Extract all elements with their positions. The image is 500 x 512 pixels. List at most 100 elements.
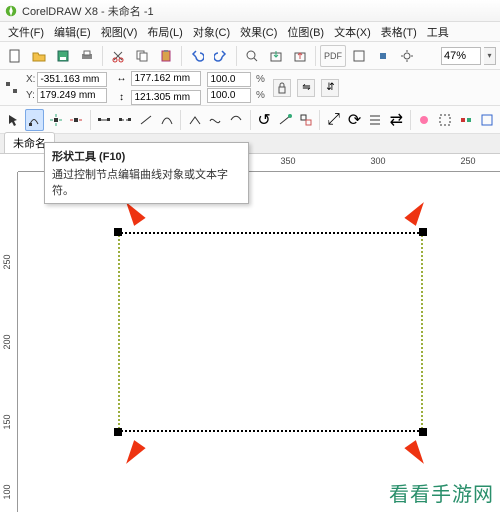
to-line-button[interactable] <box>136 109 155 131</box>
menu-view[interactable]: 视图(V) <box>97 22 142 42</box>
undo-button[interactable] <box>186 45 208 67</box>
select-all-nodes-button[interactable] <box>436 109 455 131</box>
percent-label: % <box>253 89 267 103</box>
align-nodes-button[interactable] <box>366 109 385 131</box>
extract-subpath-button[interactable] <box>296 109 315 131</box>
x-label: X: <box>26 74 35 85</box>
property-bar: X: Y: ↔ ↕ % % ⇋ ⇵ <box>0 70 500 106</box>
height-input[interactable] <box>131 90 201 105</box>
separator <box>236 46 237 66</box>
stage: 250 200 150 100 <box>0 172 500 512</box>
node-edit-toolbar: ↺ ⤢ ⟳ ⇄ <box>0 106 500 134</box>
scale-y-input[interactable] <box>207 88 251 103</box>
mirror-v-button[interactable]: ⇵ <box>321 79 339 97</box>
selected-shape[interactable] <box>118 232 423 432</box>
menu-bitmap[interactable]: 位图(B) <box>283 22 328 42</box>
tooltip: 形状工具 (F10) 通过控制节点编辑曲线对象或文本字符。 <box>44 142 249 204</box>
node-handle[interactable] <box>419 228 427 236</box>
separator <box>180 110 181 130</box>
ruler-tick-label: 200 <box>2 334 12 349</box>
search-button[interactable] <box>241 45 263 67</box>
annotation-arrow-icon <box>404 198 429 226</box>
save-button[interactable] <box>52 45 74 67</box>
menu-layout[interactable]: 布局(L) <box>143 22 186 42</box>
reduce-nodes-button[interactable] <box>456 109 475 131</box>
menu-edit[interactable]: 编辑(E) <box>50 22 95 42</box>
snap-toggle-button[interactable] <box>372 45 394 67</box>
ruler-tick-label: 250 <box>2 254 12 269</box>
paste-button[interactable] <box>155 45 177 67</box>
pick-tool-icon[interactable] <box>4 109 23 131</box>
separator <box>102 46 103 66</box>
separator <box>90 110 91 130</box>
node-handle[interactable] <box>114 428 122 436</box>
shape-tool-icon[interactable] <box>25 109 44 131</box>
options-button[interactable] <box>396 45 418 67</box>
fullscreen-button[interactable] <box>348 45 370 67</box>
ruler-vertical[interactable]: 250 200 150 100 <box>0 172 18 512</box>
join-nodes-button[interactable] <box>95 109 114 131</box>
cut-button[interactable] <box>107 45 129 67</box>
cusp-node-button[interactable] <box>185 109 204 131</box>
menu-text[interactable]: 文本(X) <box>330 22 375 42</box>
canvas[interactable] <box>18 172 500 512</box>
menu-effects[interactable]: 效果(C) <box>236 22 281 42</box>
elastic-mode-button[interactable] <box>415 109 434 131</box>
break-node-button[interactable] <box>116 109 135 131</box>
title-bar: CorelDRAW X8 - 未命名 -1 <box>0 0 500 22</box>
app-logo-icon <box>4 4 18 18</box>
y-input[interactable] <box>37 88 107 103</box>
extend-curve-button[interactable] <box>276 109 295 131</box>
to-curve-button[interactable] <box>157 109 176 131</box>
ruler-tick-label: 150 <box>2 414 12 429</box>
y-label: Y: <box>26 90 35 101</box>
watermark-text: 看看手游网 <box>389 478 494 507</box>
separator <box>410 110 411 130</box>
tooltip-title: 形状工具 (F10) <box>52 148 241 164</box>
menu-tools[interactable]: 工具 <box>423 22 453 42</box>
lock-ratio-button[interactable] <box>273 79 291 97</box>
menu-file[interactable]: 文件(F) <box>4 22 48 42</box>
add-node-button[interactable] <box>46 109 65 131</box>
redo-button[interactable] <box>210 45 232 67</box>
annotation-arrow-icon <box>120 440 145 468</box>
ruler-tick-label: 250 <box>460 156 475 166</box>
height-icon: ↕ <box>113 88 129 106</box>
menu-table[interactable]: 表格(T) <box>377 22 421 42</box>
percent-label: % <box>253 73 267 87</box>
tooltip-body: 通过控制节点编辑曲线对象或文本字符。 <box>52 166 241 198</box>
open-button[interactable] <box>28 45 50 67</box>
separator <box>250 110 251 130</box>
reflect-nodes-button[interactable]: ⇄ <box>387 109 406 131</box>
import-button[interactable] <box>265 45 287 67</box>
symmetric-node-button[interactable] <box>227 109 246 131</box>
zoom-dropdown-icon[interactable]: ▾ <box>484 47 496 65</box>
menu-object[interactable]: 对象(C) <box>189 22 234 42</box>
publish-pdf-button[interactable]: PDF <box>320 45 346 67</box>
mirror-h-button[interactable]: ⇋ <box>297 79 315 97</box>
standard-toolbar: PDF ▾ <box>0 42 500 70</box>
rotate-nodes-button[interactable]: ⟳ <box>345 109 364 131</box>
copy-button[interactable] <box>131 45 153 67</box>
node-handle[interactable] <box>419 428 427 436</box>
delete-node-button[interactable] <box>67 109 86 131</box>
ruler-tick-label: 350 <box>280 156 295 166</box>
export-button[interactable] <box>289 45 311 67</box>
smooth-node-button[interactable] <box>206 109 225 131</box>
new-button[interactable] <box>4 45 26 67</box>
window-title: CorelDRAW X8 - 未命名 -1 <box>22 3 154 19</box>
width-input[interactable] <box>131 71 201 86</box>
scale-x-input[interactable] <box>207 72 251 87</box>
reverse-direction-button[interactable]: ↺ <box>255 109 274 131</box>
x-input[interactable] <box>37 72 107 87</box>
bounding-box-button[interactable] <box>477 109 496 131</box>
node-handle[interactable] <box>114 228 122 236</box>
ruler-tick-label: 100 <box>2 484 12 499</box>
stretch-nodes-button[interactable]: ⤢ <box>324 109 343 131</box>
zoom-input[interactable] <box>441 47 481 65</box>
separator <box>181 46 182 66</box>
zoom-combo[interactable]: ▾ <box>441 47 496 65</box>
separator <box>315 46 316 66</box>
ruler-tick-label: 300 <box>370 156 385 166</box>
print-button[interactable] <box>76 45 98 67</box>
